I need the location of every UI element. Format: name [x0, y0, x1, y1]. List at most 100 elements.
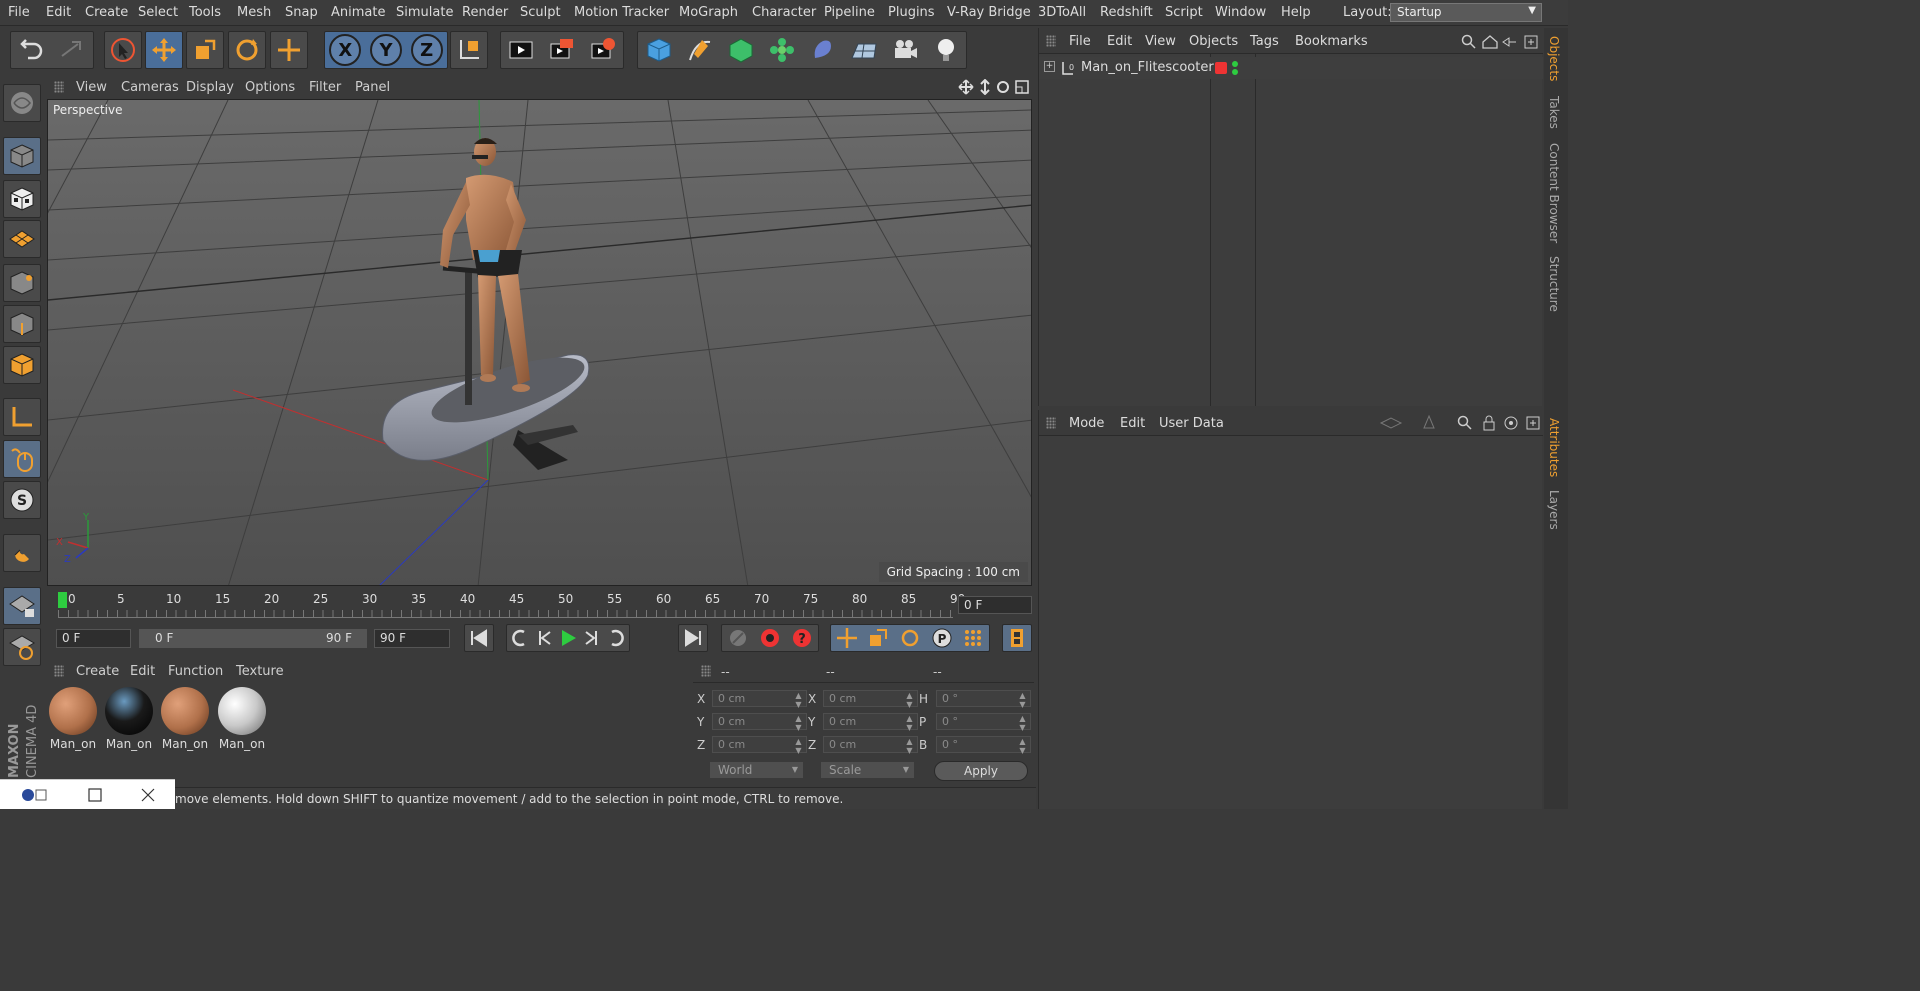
stepper-arrows-icon[interactable]: ▲▼ [794, 737, 803, 755]
viewport-menu-cameras[interactable]: Cameras [121, 80, 179, 95]
previous-key-icon[interactable] [508, 627, 530, 649]
menu-sculpt[interactable]: Sculpt [520, 5, 561, 20]
menu-select[interactable]: Select [138, 5, 178, 20]
solo-mode-button[interactable]: S [3, 481, 41, 519]
material-swatch[interactable]: Man_on [104, 686, 154, 752]
playhead-marker[interactable] [58, 592, 67, 608]
axis-mode-button[interactable] [3, 398, 41, 436]
menu-character[interactable]: Character [752, 5, 816, 20]
menu-window[interactable]: Window [1215, 5, 1266, 20]
attributes-menu-edit[interactable]: Edit [1120, 416, 1145, 431]
menu-simulate[interactable]: Simulate [396, 5, 453, 20]
deformer-icon[interactable] [809, 36, 837, 64]
expand-toggle-icon[interactable]: + [1044, 61, 1055, 72]
menu-create[interactable]: Create [85, 5, 128, 20]
objects-menu-objects[interactable]: Objects [1189, 34, 1238, 49]
menu-pipeline[interactable]: Pipeline [824, 5, 875, 20]
stepper-arrows-icon[interactable]: ▲▼ [1018, 714, 1027, 732]
snap-button[interactable] [3, 534, 41, 572]
tab-content-browser[interactable]: Content Browser [1547, 143, 1561, 243]
make-editable-button[interactable] [3, 84, 41, 122]
stepper-arrows-icon[interactable]: ▲▼ [1018, 737, 1027, 755]
record-disabled-icon[interactable] [727, 627, 749, 649]
scale-tool-button[interactable] [186, 31, 224, 69]
frame-range-slider[interactable]: 0 F 90 F [139, 629, 367, 648]
autokey-help-icon[interactable]: ? [791, 627, 813, 649]
material-menu-create[interactable]: Create [76, 664, 119, 679]
maximize-view-icon[interactable] [1015, 80, 1029, 94]
menu-3dtoall[interactable]: 3DToAll [1038, 5, 1086, 20]
grip-handle-icon[interactable] [54, 81, 64, 93]
apply-button[interactable]: Apply [934, 761, 1028, 781]
subdivision-icon[interactable] [727, 36, 755, 64]
go-to-start-button[interactable] [464, 624, 494, 652]
coord-value-field[interactable]: 0 cm ▲▼ [712, 736, 807, 755]
lock-icon[interactable] [1483, 415, 1495, 431]
stepper-arrows-icon[interactable]: ▲▼ [905, 691, 914, 709]
points-mode-button[interactable] [3, 264, 41, 302]
recent-tool-button[interactable] [270, 31, 308, 69]
stepper-arrows-icon[interactable]: ▲▼ [794, 714, 803, 732]
grip-handle-icon[interactable] [701, 665, 711, 677]
pan-view-icon[interactable] [958, 79, 974, 95]
coord-value-field[interactable]: 0 cm ▲▼ [712, 690, 807, 709]
perspective-viewport[interactable]: Y X Z Perspective Grid Spacing : 100 cm [47, 99, 1032, 586]
menu-tools[interactable]: Tools [189, 5, 221, 20]
material-swatch[interactable]: Man_on [160, 686, 210, 752]
objects-menu-bookmarks[interactable]: Bookmarks [1295, 34, 1368, 49]
render-view-icon[interactable] [507, 36, 535, 64]
key-rotation-icon[interactable] [899, 627, 921, 649]
menu-edit[interactable]: Edit [46, 5, 71, 20]
close-icon[interactable] [140, 787, 156, 803]
menu-snap[interactable]: Snap [285, 5, 318, 20]
floor-scene-icon[interactable] [850, 36, 878, 64]
menu-help[interactable]: Help [1281, 5, 1311, 20]
attributes-menu-mode[interactable]: Mode [1069, 416, 1104, 431]
grip-handle-icon[interactable] [1046, 35, 1056, 47]
arrow-back-icon[interactable] [1379, 417, 1403, 429]
menu-vray-bridge[interactable]: V-Ray Bridge [947, 5, 1031, 20]
objects-menu-tags[interactable]: Tags [1250, 34, 1279, 49]
end-frame-field[interactable]: 90 F [374, 629, 450, 648]
planar-workplane-button[interactable] [3, 628, 41, 666]
live-selection-button[interactable] [104, 31, 142, 69]
attributes-menu-user-data[interactable]: User Data [1159, 416, 1224, 431]
key-scale-icon[interactable] [867, 627, 889, 649]
key-position-icon[interactable] [836, 627, 858, 649]
workplane-lock-button[interactable] [3, 587, 41, 625]
size-mode-dropdown[interactable]: Scale ▼ [820, 761, 915, 779]
menu-script[interactable]: Script [1165, 5, 1203, 20]
x-axis-button[interactable]: X [329, 34, 362, 66]
grip-handle-icon[interactable] [1046, 417, 1056, 429]
viewport-menu-filter[interactable]: Filter [309, 80, 341, 95]
timeline-window-button[interactable] [1002, 624, 1032, 652]
pen-spline-icon[interactable] [686, 36, 714, 64]
key-parameter-icon[interactable]: P [931, 627, 953, 649]
cube-icon[interactable] [645, 36, 673, 64]
render-picture-viewer-icon[interactable] [548, 36, 576, 64]
menu-mesh[interactable]: Mesh [237, 5, 271, 20]
viewport-menu-options[interactable]: Options [245, 80, 295, 95]
coord-value-field[interactable]: 0 cm ▲▼ [712, 713, 807, 732]
menu-render[interactable]: Render [462, 5, 508, 20]
maximize-icon[interactable] [87, 787, 103, 803]
stepper-arrows-icon[interactable]: ▲▼ [905, 714, 914, 732]
go-to-end-button[interactable] [678, 624, 708, 652]
tab-takes[interactable]: Takes [1547, 96, 1561, 129]
material-menu-texture[interactable]: Texture [236, 664, 284, 679]
viewport-menu-display[interactable]: Display [186, 80, 234, 95]
new-panel-icon[interactable] [1526, 416, 1540, 430]
tab-attributes[interactable]: Attributes [1547, 418, 1561, 477]
objects-menu-edit[interactable]: Edit [1107, 34, 1132, 49]
menu-plugins[interactable]: Plugins [888, 5, 935, 20]
tab-structure[interactable]: Structure [1547, 256, 1561, 312]
grip-handle-icon[interactable] [54, 665, 64, 677]
coord-value-field[interactable]: 0 cm ▲▼ [823, 736, 918, 755]
camera-icon[interactable] [891, 36, 919, 64]
viewport-menu-panel[interactable]: Panel [355, 80, 390, 95]
coord-value-field[interactable]: 0 ° ▲▼ [936, 713, 1031, 732]
material-swatch[interactable]: Man_on [217, 686, 267, 752]
menu-animate[interactable]: Animate [331, 5, 385, 20]
workplane-mode-button[interactable] [3, 220, 41, 258]
z-axis-button[interactable]: Z [410, 34, 443, 66]
